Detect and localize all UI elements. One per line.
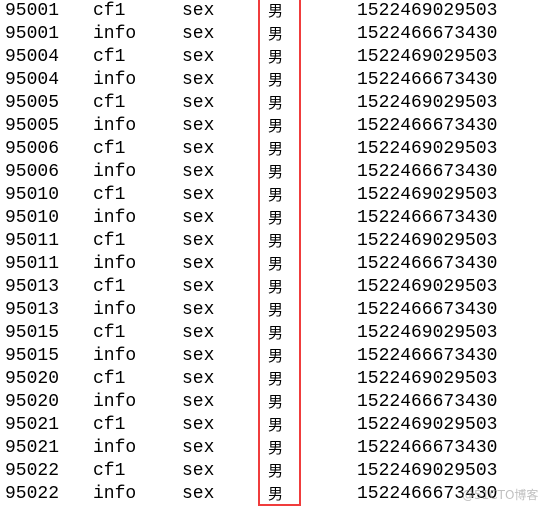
- qualifier: sex: [182, 70, 215, 90]
- column-family: info: [93, 438, 137, 458]
- qualifier: sex: [182, 484, 215, 504]
- timestamp: 1522466673430: [357, 24, 498, 44]
- row-key: 95013: [5, 300, 60, 320]
- column-family: cf1: [93, 139, 126, 159]
- timestamp: 1522466673430: [357, 162, 498, 182]
- qualifier: sex: [182, 162, 215, 182]
- timestamp: 1522466673430: [357, 208, 498, 228]
- row-key: 95015: [5, 323, 60, 343]
- qualifier: sex: [182, 1, 215, 21]
- qualifier: sex: [182, 415, 215, 435]
- row-key: 95020: [5, 392, 60, 412]
- row-key: 95010: [5, 208, 60, 228]
- qualifier: sex: [182, 208, 215, 228]
- timestamp: 1522469029503: [357, 139, 498, 159]
- timestamp: 1522466673430: [357, 116, 498, 136]
- row-key: 95006: [5, 139, 60, 159]
- column-family: cf1: [93, 93, 126, 113]
- row-key: 95015: [5, 346, 60, 366]
- timestamp: 1522466673430: [357, 392, 498, 412]
- column-family: info: [93, 484, 137, 504]
- timestamp: 1522469029503: [357, 47, 498, 67]
- qualifier: sex: [182, 277, 215, 297]
- row-key: 95020: [5, 369, 60, 389]
- timestamp: 1522469029503: [357, 323, 498, 343]
- timestamp: 1522466673430: [357, 70, 498, 90]
- timestamp: 1522469029503: [357, 93, 498, 113]
- qualifier: sex: [182, 461, 215, 481]
- row-key: 95013: [5, 277, 60, 297]
- qualifier: sex: [182, 392, 215, 412]
- qualifier: sex: [182, 346, 215, 366]
- column-family: info: [93, 116, 137, 136]
- row-key: 95022: [5, 461, 60, 481]
- timestamp: 1522469029503: [357, 461, 498, 481]
- qualifier: sex: [182, 300, 215, 320]
- column-family: cf1: [93, 323, 126, 343]
- column-family: info: [93, 70, 137, 90]
- qualifier: sex: [182, 369, 215, 389]
- watermark: @51CTO博客: [462, 488, 539, 502]
- row-key: 95022: [5, 484, 60, 504]
- column-family: cf1: [93, 47, 126, 67]
- column-family: info: [93, 208, 137, 228]
- qualifier: sex: [182, 323, 215, 343]
- timestamp: 1522469029503: [357, 231, 498, 251]
- timestamp: 1522466673430: [357, 346, 498, 366]
- qualifier: sex: [182, 139, 215, 159]
- qualifier: sex: [182, 47, 215, 67]
- qualifier: sex: [182, 93, 215, 113]
- timestamp: 1522466673430: [357, 254, 498, 274]
- highlight-box: [258, 0, 301, 506]
- qualifier: sex: [182, 254, 215, 274]
- row-key: 95011: [5, 254, 60, 274]
- column-family: cf1: [93, 369, 126, 389]
- timestamp: 1522469029503: [357, 415, 498, 435]
- column-family: info: [93, 24, 137, 44]
- row-key: 95011: [5, 231, 60, 251]
- column-family: cf1: [93, 461, 126, 481]
- row-key: 95006: [5, 162, 60, 182]
- timestamp: 1522469029503: [357, 369, 498, 389]
- timestamp: 1522469029503: [357, 185, 498, 205]
- row-key: 95001: [5, 1, 60, 21]
- column-family: info: [93, 392, 137, 412]
- row-key: 95004: [5, 70, 60, 90]
- row-key: 95005: [5, 116, 60, 136]
- column-family: cf1: [93, 185, 126, 205]
- qualifier: sex: [182, 231, 215, 251]
- timestamp: 1522466673430: [357, 300, 498, 320]
- column-family: info: [93, 346, 137, 366]
- qualifier: sex: [182, 438, 215, 458]
- row-key: 95021: [5, 438, 60, 458]
- qualifier: sex: [182, 116, 215, 136]
- row-key: 95010: [5, 185, 60, 205]
- column-family: info: [93, 300, 137, 320]
- row-key: 95005: [5, 93, 60, 113]
- column-family: info: [93, 162, 137, 182]
- column-family: cf1: [93, 1, 126, 21]
- row-key: 95021: [5, 415, 60, 435]
- qualifier: sex: [182, 185, 215, 205]
- column-family: cf1: [93, 415, 126, 435]
- timestamp: 1522469029503: [357, 1, 498, 21]
- row-key: 95004: [5, 47, 60, 67]
- row-key: 95001: [5, 24, 60, 44]
- column-family: cf1: [93, 277, 126, 297]
- timestamp: 1522469029503: [357, 277, 498, 297]
- qualifier: sex: [182, 24, 215, 44]
- column-family: info: [93, 254, 137, 274]
- column-family: cf1: [93, 231, 126, 251]
- timestamp: 1522466673430: [357, 438, 498, 458]
